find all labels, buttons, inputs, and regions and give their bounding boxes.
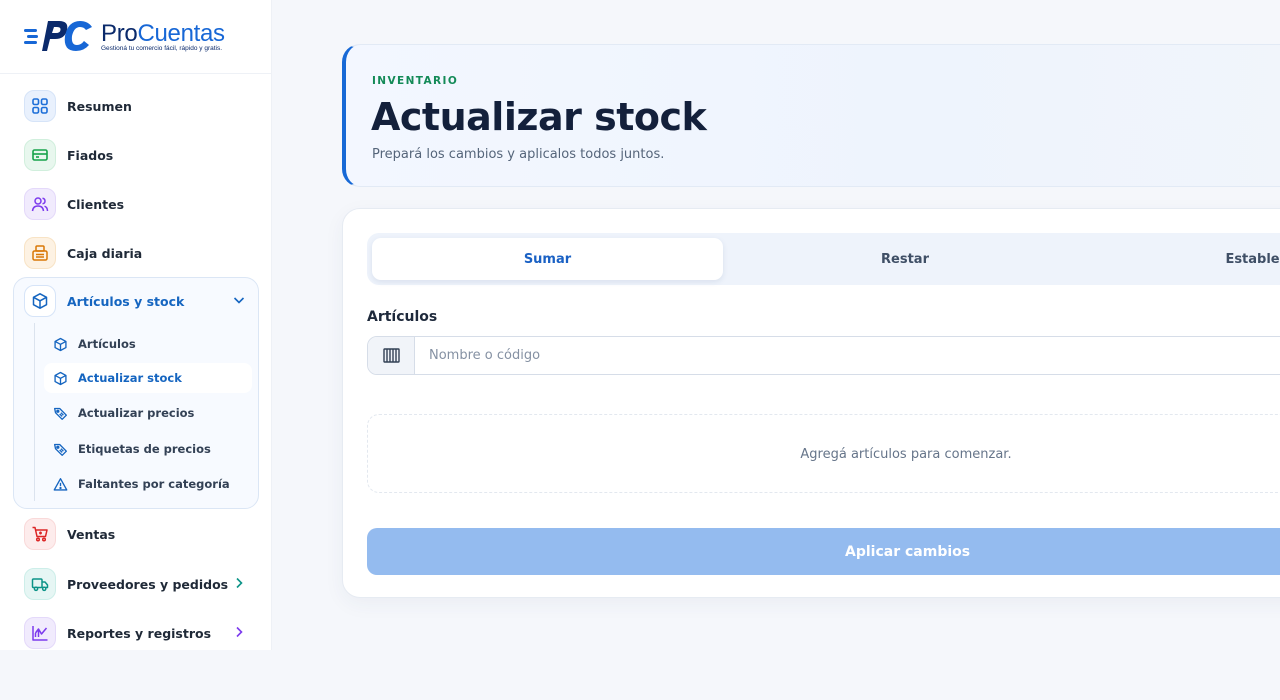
sidebar-item-label: Artículos y stock — [67, 293, 185, 309]
sidebar-item-ventas[interactable]: Ventas — [14, 513, 258, 555]
sidebar-item-caja-diaria[interactable]: Caja diaria — [14, 232, 258, 274]
sidebar-subitem-label: Artículos — [78, 337, 136, 351]
articles-label: Artículos — [367, 309, 438, 325]
users-icon — [24, 188, 56, 220]
page-subtitle: Prepará los cambios y aplicalos todos ju… — [372, 147, 665, 162]
sidebar-item-label: Clientes — [67, 196, 125, 212]
tab-sumar[interactable]: Sumar — [372, 238, 723, 280]
barcode-icon[interactable] — [368, 337, 415, 374]
page-title: Actualizar stock — [371, 95, 707, 139]
sidebar-item-label: Caja diaria — [67, 245, 143, 261]
box-icon — [52, 370, 68, 386]
cart-icon — [24, 518, 56, 550]
procuentas-logo-icon — [24, 21, 92, 51]
article-search-input[interactable] — [415, 337, 1280, 374]
sidebar-subitem-label: Faltantes por categoría — [78, 477, 230, 491]
chevron-right-icon[interactable] — [232, 576, 246, 590]
warning-icon — [52, 476, 68, 492]
sidebar-item-fiados[interactable]: Fiados — [14, 134, 258, 176]
tab-restar[interactable]: Restar — [728, 238, 1082, 280]
chevron-down-icon[interactable] — [232, 293, 246, 307]
sidebar-subitem-articulos[interactable]: Artículos — [44, 329, 252, 359]
sidebar-item-resumen[interactable]: Resumen — [14, 85, 258, 127]
brand-name: ProCuentas — [101, 20, 225, 47]
page-eyebrow: INVENTARIO — [372, 75, 459, 87]
grid-icon — [24, 90, 56, 122]
sidebar-item-reportes-y-registros[interactable]: Reportes y registros — [14, 612, 258, 654]
brand-tagline: Gestioná tu comercio fácil, rápido y gra… — [101, 45, 223, 52]
sidebar-item-label: Fiados — [67, 147, 114, 163]
sidebar-item-clientes[interactable]: Clientes — [14, 183, 258, 225]
chevron-right-icon[interactable] — [232, 625, 246, 639]
operation-tabs: Sumar Restar Establecer — [367, 233, 1280, 285]
article-search — [367, 336, 1280, 375]
sidebar-subitem-label: Actualizar precios — [78, 406, 195, 420]
sidebar-item-label: Reportes y registros — [67, 625, 212, 641]
price-tag-icon — [52, 405, 68, 421]
box-icon — [52, 336, 68, 352]
sidebar-group-line — [34, 323, 35, 501]
articles-empty-state: Agregá artículos para comenzar. — [367, 414, 1280, 493]
apply-changes-button[interactable]: Aplicar cambios — [367, 528, 1280, 575]
sidebar-subitem-etiquetas-de-precios[interactable]: Etiquetas de precios — [44, 434, 252, 464]
page-header: INVENTARIO Actualizar stock Prepará los … — [342, 44, 1280, 187]
sidebar-item-label: Ventas — [67, 526, 116, 542]
chart-icon — [24, 617, 56, 649]
sidebar-subitem-faltantes-por-categoria[interactable]: Faltantes por categoría — [44, 469, 252, 499]
sidebar-subitem-actualizar-precios[interactable]: Actualizar precios — [44, 398, 252, 428]
card-icon — [24, 139, 56, 171]
sidebar-subitem-label: Actualizar stock — [78, 371, 182, 385]
truck-icon — [24, 568, 56, 600]
sidebar: ProCuentas Gestioná tu comercio fácil, r… — [0, 0, 272, 650]
stock-update-card: Sumar Restar Establecer Artículos Agregá… — [342, 208, 1280, 598]
tab-establecer[interactable]: Establecer — [1087, 238, 1280, 280]
sidebar-item-label: Proveedores y pedidos — [67, 576, 229, 592]
empty-state-text: Agregá artículos para comenzar. — [800, 447, 1012, 462]
price-tag-icon — [52, 441, 68, 457]
box-icon — [24, 285, 56, 317]
sidebar-item-articulos-y-stock[interactable]: Artículos y stock — [14, 280, 258, 322]
brand[interactable]: ProCuentas Gestioná tu comercio fácil, r… — [0, 0, 271, 74]
sidebar-subitem-actualizar-stock[interactable]: Actualizar stock — [44, 363, 252, 393]
cash-register-icon — [24, 237, 56, 269]
sidebar-item-proveedores-y-pedidos[interactable]: Proveedores y pedidos — [14, 563, 258, 605]
sidebar-item-label: Resumen — [67, 98, 132, 114]
sidebar-subitem-label: Etiquetas de precios — [78, 442, 211, 456]
